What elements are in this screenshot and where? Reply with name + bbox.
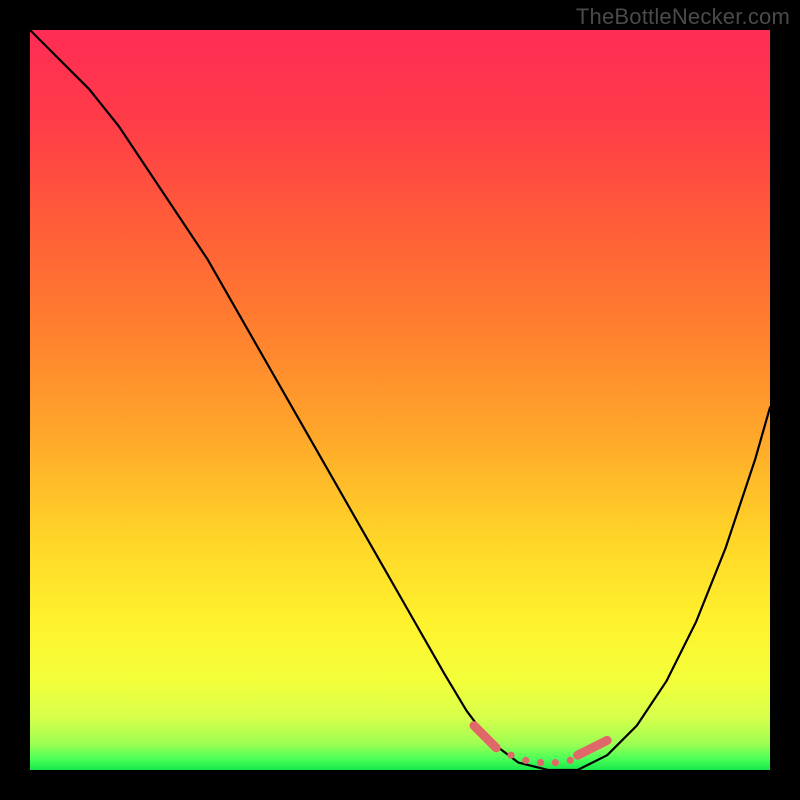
gradient-background <box>30 30 770 770</box>
highlight-dot <box>567 757 574 764</box>
highlight-dot <box>552 759 559 766</box>
highlight-dot <box>507 752 514 759</box>
plot-area <box>30 30 770 770</box>
chart-svg <box>30 30 770 770</box>
highlight-dot <box>537 759 544 766</box>
chart-frame: TheBottleNecker.com <box>0 0 800 800</box>
watermark-label: TheBottleNecker.com <box>576 4 790 30</box>
highlight-dot <box>522 757 529 764</box>
